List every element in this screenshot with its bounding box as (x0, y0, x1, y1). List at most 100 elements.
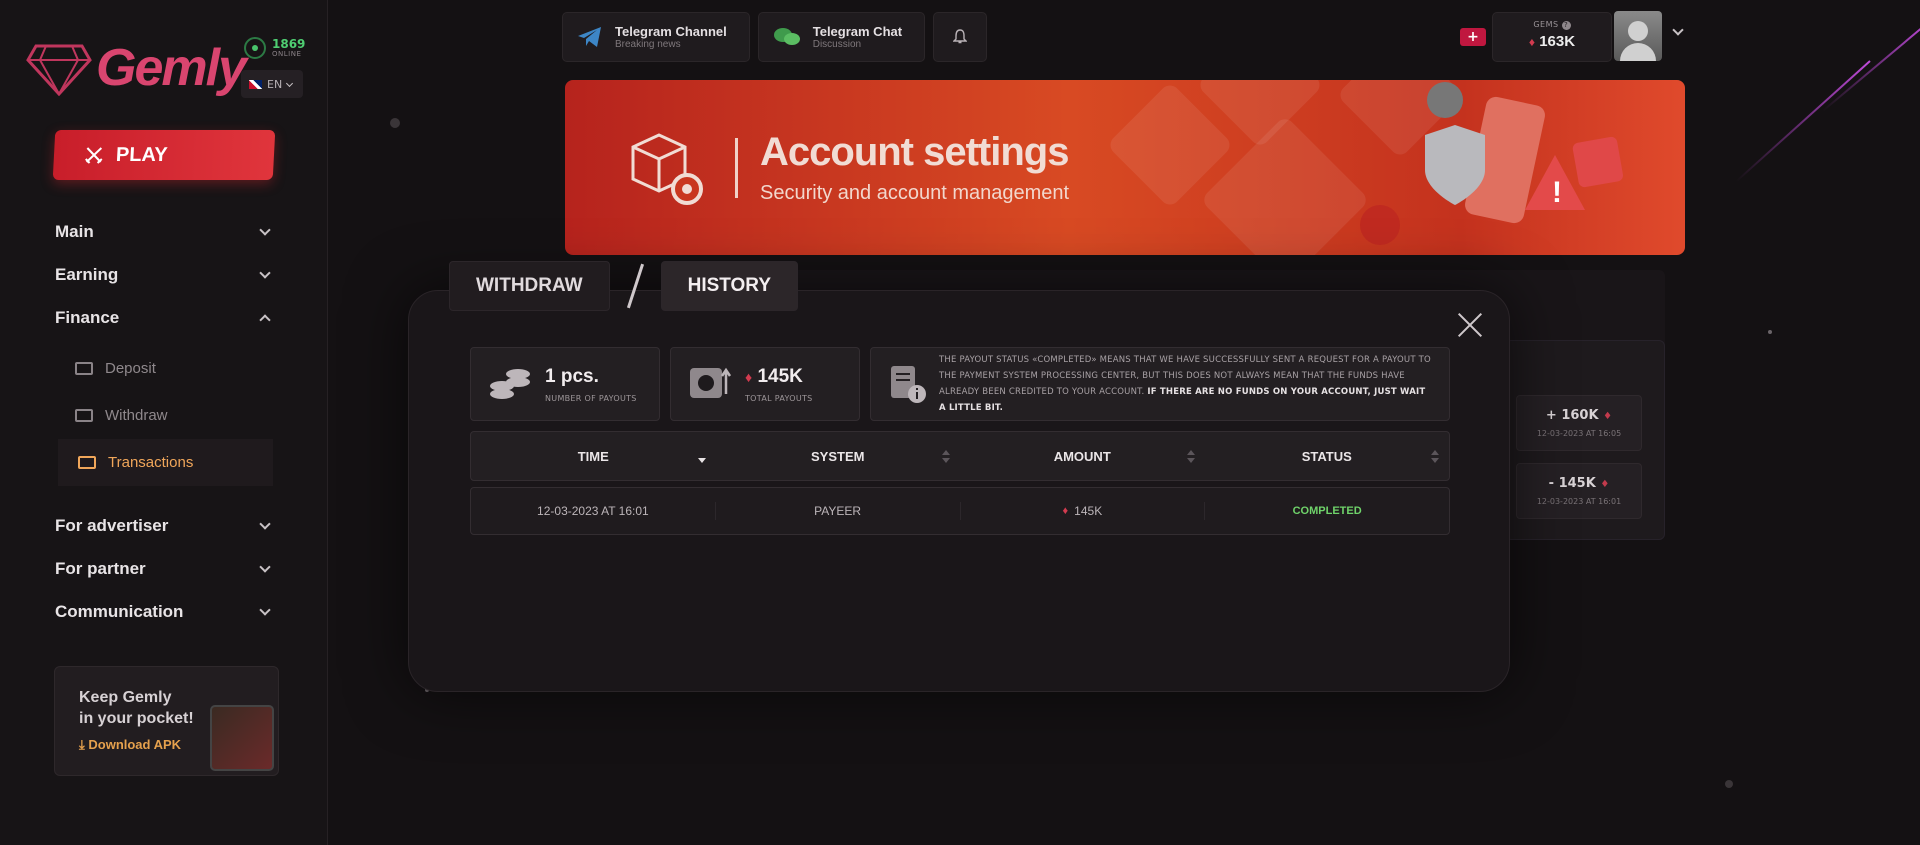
diamond-logo-icon (26, 44, 92, 96)
telegram-chat-subtitle: Discussion (812, 39, 862, 50)
info-icon[interactable]: ? (1561, 21, 1571, 30)
payouts-count: 1 pcs. (545, 365, 599, 387)
modal-tabs: WITHDRAW HISTORY (449, 261, 798, 311)
app-promo-card: Keep Gemly in your pocket! ⤓ Download AP… (54, 666, 279, 776)
payouts-count-label: NUMBER OF PAYOUTS (545, 393, 637, 403)
card-icon (75, 362, 93, 375)
gem-icon: ♦ (1600, 479, 1610, 490)
language-label: EN (267, 77, 283, 91)
coins-stack-icon (487, 361, 533, 407)
sidebar-item-finance[interactable]: Finance (55, 296, 275, 339)
phone-image (210, 705, 274, 771)
play-button[interactable]: PLAY (52, 130, 276, 180)
sidebar-item-label: Transactions (108, 454, 194, 471)
bg-streak (1735, 60, 1871, 183)
tab-history[interactable]: HISTORY (660, 261, 798, 311)
column-amount[interactable]: AMOUNT (960, 432, 1205, 480)
download-icon: ⤓ (79, 737, 85, 752)
history-amount: - 145K (1548, 476, 1596, 491)
cell-time: 12-03-2023 AT 16:01 (471, 502, 716, 520)
telegram-icon (578, 27, 601, 47)
cell-amount: ♦ 145K (961, 502, 1206, 520)
chevron-down-icon (259, 603, 271, 616)
sidebar-item-label: Withdraw (105, 407, 168, 424)
payouts-total-label: TOTAL PAYOUTS (745, 393, 813, 403)
sort-icon (1431, 450, 1439, 464)
column-status[interactable]: STATUS (1205, 432, 1450, 480)
bg-dot (1725, 780, 1733, 788)
sidebar-item-withdraw[interactable]: Withdraw (75, 392, 275, 439)
chevron-down-icon (259, 560, 271, 573)
logo[interactable]: Gemly (26, 38, 247, 98)
sort-desc-icon (697, 450, 706, 464)
online-signal-icon (244, 37, 266, 59)
sidebar-item-label: Deposit (105, 360, 156, 377)
sidebar-item-main[interactable]: Main (55, 210, 275, 253)
wallet-icon (75, 409, 93, 422)
amount-value: 145K (1074, 504, 1103, 518)
telegram-chat-title: Telegram Chat (812, 24, 903, 39)
online-label: ONLINE (272, 50, 302, 58)
play-label: PLAY (115, 143, 169, 166)
telegram-chat-button[interactable]: Telegram Chat Discussion (757, 12, 926, 62)
payouts-count-card: 1 pcs. NUMBER OF PAYOUTS (470, 347, 660, 421)
cell-status: COMPLETED (1292, 505, 1362, 517)
column-time[interactable]: TIME (471, 432, 716, 480)
sidebar-item-label: Communication (55, 601, 184, 621)
online-count: 1869 (272, 37, 306, 51)
page-title: Account settings (760, 130, 1069, 174)
avatar[interactable] (1614, 11, 1662, 61)
chevron-up-icon (259, 313, 271, 326)
history-amount: + 160K (1545, 408, 1599, 423)
safe-upload-icon (687, 361, 733, 407)
page-subtitle: Security and account management (760, 182, 1070, 204)
gems-plus-button[interactable]: + (1460, 28, 1486, 46)
telegram-channel-button[interactable]: Telegram Channel Breaking news (562, 12, 750, 62)
sort-icon (1186, 450, 1195, 464)
finance-submenu: Deposit Withdraw Transactions (55, 345, 275, 486)
sidebar-nav: Main Earning Finance Deposit Withdraw Tr… (55, 210, 275, 633)
telegram-channel-title: Telegram Channel (615, 24, 727, 39)
chevron-down-icon (286, 79, 294, 87)
column-system[interactable]: SYSTEM (716, 432, 961, 480)
sidebar-item-for-partner[interactable]: For partner (55, 547, 275, 590)
column-label: AMOUNT (1053, 448, 1111, 464)
history-item: - 145K ♦ 12-03-2023 AT 16:01 (1516, 463, 1642, 519)
history-time: 12-03-2023 AT 16:01 (1536, 497, 1622, 506)
column-label: SYSTEM (811, 448, 865, 464)
bell-icon (953, 29, 968, 44)
chevron-down-icon (259, 266, 271, 279)
chat-bubbles-icon (773, 28, 800, 45)
sidebar-item-label: For partner (55, 558, 146, 578)
sidebar-item-for-advertiser[interactable]: For advertiser (55, 504, 275, 547)
gem-icon: ♦ (1603, 411, 1613, 422)
chevron-down-icon[interactable] (1672, 24, 1684, 36)
uk-flag-icon (249, 79, 262, 89)
sidebar-item-transactions[interactable]: Transactions (58, 439, 273, 486)
history-time: 12-03-2023 AT 16:05 (1536, 429, 1622, 438)
gem-icon: ♦ (1062, 505, 1069, 517)
table-header: TIME SYSTEM AMOUNT STATUS (470, 431, 1450, 481)
close-icon[interactable] (1457, 312, 1483, 338)
sidebar-item-label: For advertiser (55, 515, 169, 535)
sidebar-item-earning[interactable]: Earning (55, 253, 275, 296)
column-label: STATUS (1301, 448, 1352, 464)
gems-value: 163K (1539, 33, 1576, 50)
tab-divider (626, 263, 644, 309)
tab-withdraw[interactable]: WITHDRAW (449, 261, 610, 311)
cell-system: PAYEER (716, 502, 961, 520)
account-settings-banner: Account settings Security and account ma… (565, 80, 1685, 255)
payout-status-note: THE PAYOUT STATUS «COMPLETED» MEANS THAT… (870, 347, 1450, 421)
topbar: Telegram Channel Breaking news Telegram … (562, 12, 988, 62)
crossed-swords-icon (85, 147, 103, 164)
notifications-button[interactable] (933, 12, 988, 62)
sidebar-item-communication[interactable]: Communication (55, 590, 275, 633)
sidebar-item-label: Main (55, 221, 94, 241)
sidebar-item-deposit[interactable]: Deposit (75, 345, 275, 392)
sidebar-item-label: Finance (55, 307, 120, 327)
payouts-total: 145K (757, 365, 803, 387)
telegram-channel-subtitle: Breaking news (615, 39, 681, 50)
download-apk-label: Download APK (88, 737, 182, 752)
svg-text:!: ! (1552, 176, 1562, 209)
language-selector[interactable]: EN (241, 70, 303, 98)
